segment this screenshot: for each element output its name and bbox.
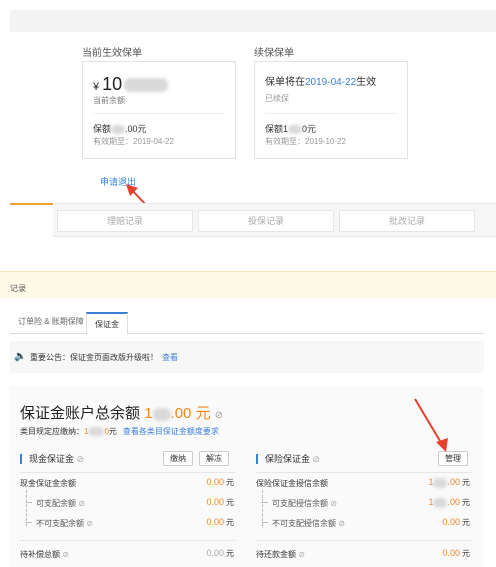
- available-credit-value: 1.00 元: [428, 497, 470, 508]
- divider: [20, 472, 235, 473]
- apply-exit-link[interactable]: 申请退出: [100, 175, 136, 188]
- redacted-amount: [88, 427, 105, 437]
- required-deposit-note: 类目规定应缴纳：1 0元 查看各类目保证金额度要求: [20, 427, 219, 437]
- tree-line: [26, 502, 32, 503]
- divider: [20, 540, 235, 541]
- divider: [265, 113, 397, 114]
- deposit-summary-panel: 保证金账户总余额 1.00 元 ⊘ 类目规定应缴纳：1 0元 查看各类目保证金额度要…: [10, 386, 484, 567]
- redacted-amount: [111, 125, 126, 135]
- tab-order-insurance[interactable]: 订单险 & 账期保障: [18, 316, 84, 327]
- pay-button[interactable]: 缴纳: [163, 451, 193, 466]
- total-amount: 1.00: [144, 405, 192, 422]
- redacted-amount: [433, 497, 448, 508]
- current-policy-card: ¥10 当前余额 保额 .00元 有效期至：2019-04-22: [82, 61, 236, 159]
- pending-compensation-value: 0.00 元: [206, 548, 234, 558]
- tab-active[interactable]: [10, 203, 53, 237]
- pending-compensation-label: 待补偿总额 ⊘: [20, 550, 69, 559]
- help-icon[interactable]: ⊘: [62, 550, 69, 559]
- divider: [256, 540, 472, 541]
- renew-policy-card: 保单将在2019-04-22生效 已续保 保额1 0元 有效期至：2019-10-…: [254, 61, 408, 159]
- help-icon[interactable]: ⊘: [77, 454, 85, 464]
- redacted-amount: [152, 407, 171, 421]
- announcement-bar: 🔈 重要公告：保证金页面改版升级啦！ 查看: [10, 341, 484, 373]
- unfreeze-button[interactable]: 解冻: [199, 451, 229, 466]
- view-requirements-link[interactable]: 查看各类目保证金额度要求: [123, 427, 219, 436]
- tree-line: [26, 522, 32, 523]
- tree-line: [262, 502, 268, 503]
- help-icon[interactable]: ⊘: [86, 519, 93, 528]
- page: { "top": { "current_label": "当前生效保单", "r…: [0, 0, 496, 567]
- available-balance-value: 0.00 元: [206, 497, 234, 507]
- insurance-credit-label: 保险保证金授信余额: [256, 479, 328, 488]
- available-credit-label: 可支配授信余额 ⊘: [272, 499, 337, 508]
- tab-modify[interactable]: 批改记录: [339, 210, 475, 232]
- unavailable-balance-label: 不可支配余额 ⊘: [36, 519, 93, 528]
- tree-line: [262, 522, 268, 523]
- insurance-deposit-title: 保险保证金 ⊘: [256, 454, 320, 464]
- total-balance: 保证金账户总余额 1.00 元 ⊘: [20, 405, 224, 422]
- pending-repayment-value: 0.00 元: [442, 548, 470, 558]
- help-icon[interactable]: ⊘: [338, 519, 345, 528]
- records-label: 记录: [10, 284, 26, 293]
- help-icon[interactable]: ⊘: [298, 550, 305, 559]
- top-header-band: [10, 10, 496, 32]
- tab-deposit[interactable]: 保证金: [86, 312, 128, 335]
- tree-line: [26, 490, 27, 526]
- tab-claims[interactable]: 理赔记录: [57, 210, 193, 232]
- coverage-amount: 保额1 0元: [265, 124, 317, 135]
- current-balance-amount: ¥10: [93, 74, 169, 95]
- speaker-icon: 🔈: [14, 351, 27, 362]
- renew-effective-title: 保单将在2019-04-22生效: [265, 77, 377, 88]
- renew-policy-label: 续保保单: [254, 48, 294, 59]
- announcement-text: 重要公告：保证金页面改版升级啦！: [30, 353, 158, 362]
- unavailable-credit-value: 0.00 元: [442, 517, 470, 527]
- insurance-credit-value: 1.00 元: [428, 477, 470, 488]
- redacted-amount: [433, 477, 448, 488]
- divider: [93, 113, 225, 114]
- current-policy-label: 当前生效保单: [82, 48, 142, 59]
- redacted-amount: [288, 125, 303, 135]
- tab-insure[interactable]: 投保记录: [198, 210, 334, 232]
- help-icon[interactable]: ⊘: [215, 410, 223, 421]
- notice-strip: 记录: [0, 271, 496, 298]
- tree-line: [262, 490, 263, 526]
- available-balance-label: 可支配余额 ⊘: [36, 499, 85, 508]
- balance-label: 当前余额: [93, 96, 125, 105]
- coverage-amount: 保额 .00元: [93, 124, 147, 135]
- divider: [256, 472, 472, 473]
- help-icon[interactable]: ⊘: [313, 454, 321, 464]
- cash-balance-value: 0.00 元: [206, 477, 234, 487]
- valid-until: 有效期至：2019-04-22: [93, 137, 174, 146]
- announcement-view-link[interactable]: 查看: [162, 353, 178, 362]
- renew-status: 已续保: [265, 94, 289, 103]
- unavailable-credit-label: 不可支配授信余额 ⊘: [272, 519, 345, 528]
- unavailable-balance-value: 0.00 元: [206, 517, 234, 527]
- valid-until: 有效期至：2019-10-22: [265, 137, 346, 146]
- help-icon[interactable]: ⊘: [330, 499, 337, 508]
- pending-repayment-label: 待还款金额 ⊘: [256, 550, 305, 559]
- cash-balance-label: 现金保证金余额: [20, 479, 76, 488]
- record-tab-strip: 理赔记录 投保记录 批改记录: [10, 203, 496, 237]
- redacted-amount: [124, 78, 169, 93]
- help-icon[interactable]: ⊘: [78, 499, 85, 508]
- cash-deposit-title: 现金保证金 ⊘: [20, 454, 84, 464]
- manage-button[interactable]: 管理: [438, 451, 468, 466]
- deposit-tabs: 订单险 & 账期保障 保证金: [10, 312, 484, 335]
